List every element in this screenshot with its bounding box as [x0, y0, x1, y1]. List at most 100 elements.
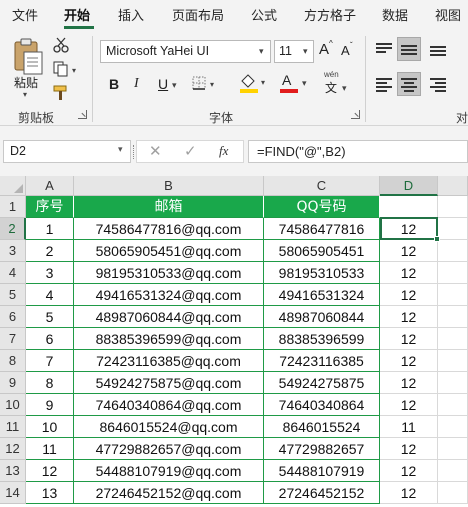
- row-header-2[interactable]: 2: [0, 218, 26, 240]
- cell-a6[interactable]: 5: [26, 306, 74, 328]
- cell-e9[interactable]: [438, 372, 468, 394]
- row-header-11[interactable]: 11: [0, 416, 26, 438]
- cell-d7[interactable]: 12: [380, 328, 438, 350]
- cell-c12[interactable]: 47729882657: [264, 438, 380, 460]
- cell-b1[interactable]: 邮箱: [74, 196, 264, 218]
- cell-d3[interactable]: 12: [380, 240, 438, 262]
- cell-a5[interactable]: 4: [26, 284, 74, 306]
- cell-a14[interactable]: 13: [26, 482, 74, 504]
- row-header-10[interactable]: 10: [0, 394, 26, 416]
- row-header-12[interactable]: 12: [0, 438, 26, 460]
- cell-c10[interactable]: 74640340864: [264, 394, 380, 416]
- enter-checkmark-icon[interactable]: ✓: [184, 142, 197, 160]
- cell-a9[interactable]: 8: [26, 372, 74, 394]
- cell-b7[interactable]: 88385396599@qq.com: [74, 328, 264, 350]
- row-header-7[interactable]: 7: [0, 328, 26, 350]
- format-painter-button[interactable]: [52, 84, 70, 102]
- cell-d14[interactable]: 12: [380, 482, 438, 504]
- borders-button[interactable]: ▾: [190, 74, 220, 92]
- splitter-handle[interactable]: [133, 145, 135, 159]
- italic-button[interactable]: I: [134, 76, 139, 92]
- formula-input[interactable]: =FIND("@",B2): [248, 140, 468, 163]
- cell-e11[interactable]: [438, 416, 468, 438]
- cell-c13[interactable]: 54488107919: [264, 460, 380, 482]
- row-header-4[interactable]: 4: [0, 262, 26, 284]
- worksheet-grid[interactable]: A B C D 1 2 3 4 5 6 7 8 9 10 11 12 13 14 序号 邮箱 QQ号码 1 74586477…: [0, 176, 468, 507]
- align-top-button[interactable]: [374, 38, 394, 60]
- tab-formulas[interactable]: 公式: [251, 5, 277, 24]
- cell-e7[interactable]: [438, 328, 468, 350]
- align-middle-button[interactable]: [397, 37, 421, 61]
- underline-button[interactable]: U: [158, 76, 168, 92]
- cell-b6[interactable]: 48987060844@qq.com: [74, 306, 264, 328]
- tab-home[interactable]: 开始: [64, 5, 90, 24]
- cell-c5[interactable]: 49416531324: [264, 284, 380, 306]
- cell-d8[interactable]: 12: [380, 350, 438, 372]
- font-color-button[interactable]: A ▾: [279, 72, 313, 94]
- cell-a1[interactable]: 序号: [26, 196, 74, 218]
- row-header-9[interactable]: 9: [0, 372, 26, 394]
- cell-c6[interactable]: 48987060844: [264, 306, 380, 328]
- cell-c1[interactable]: QQ号码: [264, 196, 380, 218]
- cell-b14[interactable]: 27246452152@qq.com: [74, 482, 264, 504]
- column-header-e[interactable]: [438, 176, 468, 196]
- column-header-d[interactable]: D: [380, 176, 438, 196]
- fill-color-button[interactable]: ▾: [238, 72, 272, 94]
- cell-e2[interactable]: [438, 218, 468, 240]
- cell-e14[interactable]: [438, 482, 468, 504]
- align-center-button[interactable]: [397, 72, 421, 96]
- cell-b13[interactable]: 54488107919@qq.com: [74, 460, 264, 482]
- cell-d5[interactable]: 12: [380, 284, 438, 306]
- row-header-8[interactable]: 8: [0, 350, 26, 372]
- cell-b12[interactable]: 47729882657@qq.com: [74, 438, 264, 460]
- cancel-icon[interactable]: ✕: [149, 142, 162, 160]
- paste-button[interactable]: 粘贴 ▾: [8, 36, 48, 102]
- cell-d12[interactable]: 12: [380, 438, 438, 460]
- cell-c7[interactable]: 88385396599: [264, 328, 380, 350]
- clipboard-dialog-launcher-icon[interactable]: [78, 110, 87, 119]
- font-dialog-launcher-icon[interactable]: [351, 110, 360, 119]
- phonetic-guide-button[interactable]: wén 文 ▾: [322, 70, 352, 96]
- grow-font-button[interactable]: A: [319, 41, 329, 58]
- cell-e3[interactable]: [438, 240, 468, 262]
- cell-d9[interactable]: 12: [380, 372, 438, 394]
- column-header-a[interactable]: A: [26, 176, 74, 196]
- cell-b8[interactable]: 72423116385@qq.com: [74, 350, 264, 372]
- select-all-button[interactable]: [0, 176, 26, 196]
- cell-d13[interactable]: 12: [380, 460, 438, 482]
- cell-b5[interactable]: 49416531324@qq.com: [74, 284, 264, 306]
- shrink-font-button[interactable]: A: [341, 43, 350, 58]
- cell-e8[interactable]: [438, 350, 468, 372]
- cell-a4[interactable]: 3: [26, 262, 74, 284]
- row-header-5[interactable]: 5: [0, 284, 26, 306]
- cell-b10[interactable]: 74640340864@qq.com: [74, 394, 264, 416]
- row-header-13[interactable]: 13: [0, 460, 26, 482]
- bold-button[interactable]: B: [109, 76, 119, 92]
- cell-a13[interactable]: 12: [26, 460, 74, 482]
- cell-d1[interactable]: [380, 196, 438, 218]
- cell-c9[interactable]: 54924275875: [264, 372, 380, 394]
- row-header-14[interactable]: 14: [0, 482, 26, 504]
- cell-e1[interactable]: [438, 196, 468, 218]
- cell-e4[interactable]: [438, 262, 468, 284]
- cell-b9[interactable]: 54924275875@qq.com: [74, 372, 264, 394]
- cell-e6[interactable]: [438, 306, 468, 328]
- copy-button[interactable]: ▾: [52, 60, 82, 78]
- font-size-select[interactable]: 11: [274, 40, 314, 63]
- cell-c11[interactable]: 8646015524: [264, 416, 380, 438]
- cut-button[interactable]: [52, 36, 70, 54]
- cell-b11[interactable]: 8646015524@qq.com: [74, 416, 264, 438]
- cell-a7[interactable]: 6: [26, 328, 74, 350]
- font-name-select[interactable]: Microsoft YaHei UI: [100, 40, 271, 63]
- cell-e13[interactable]: [438, 460, 468, 482]
- column-header-c[interactable]: C: [264, 176, 380, 196]
- cell-a11[interactable]: 10: [26, 416, 74, 438]
- fill-handle[interactable]: [434, 236, 440, 242]
- cell-a8[interactable]: 7: [26, 350, 74, 372]
- cell-a12[interactable]: 11: [26, 438, 74, 460]
- cell-a10[interactable]: 9: [26, 394, 74, 416]
- tab-view[interactable]: 视图: [435, 5, 461, 24]
- column-header-b[interactable]: B: [74, 176, 264, 196]
- cell-b4[interactable]: 98195310533@qq.com: [74, 262, 264, 284]
- tab-file[interactable]: 文件: [12, 5, 38, 24]
